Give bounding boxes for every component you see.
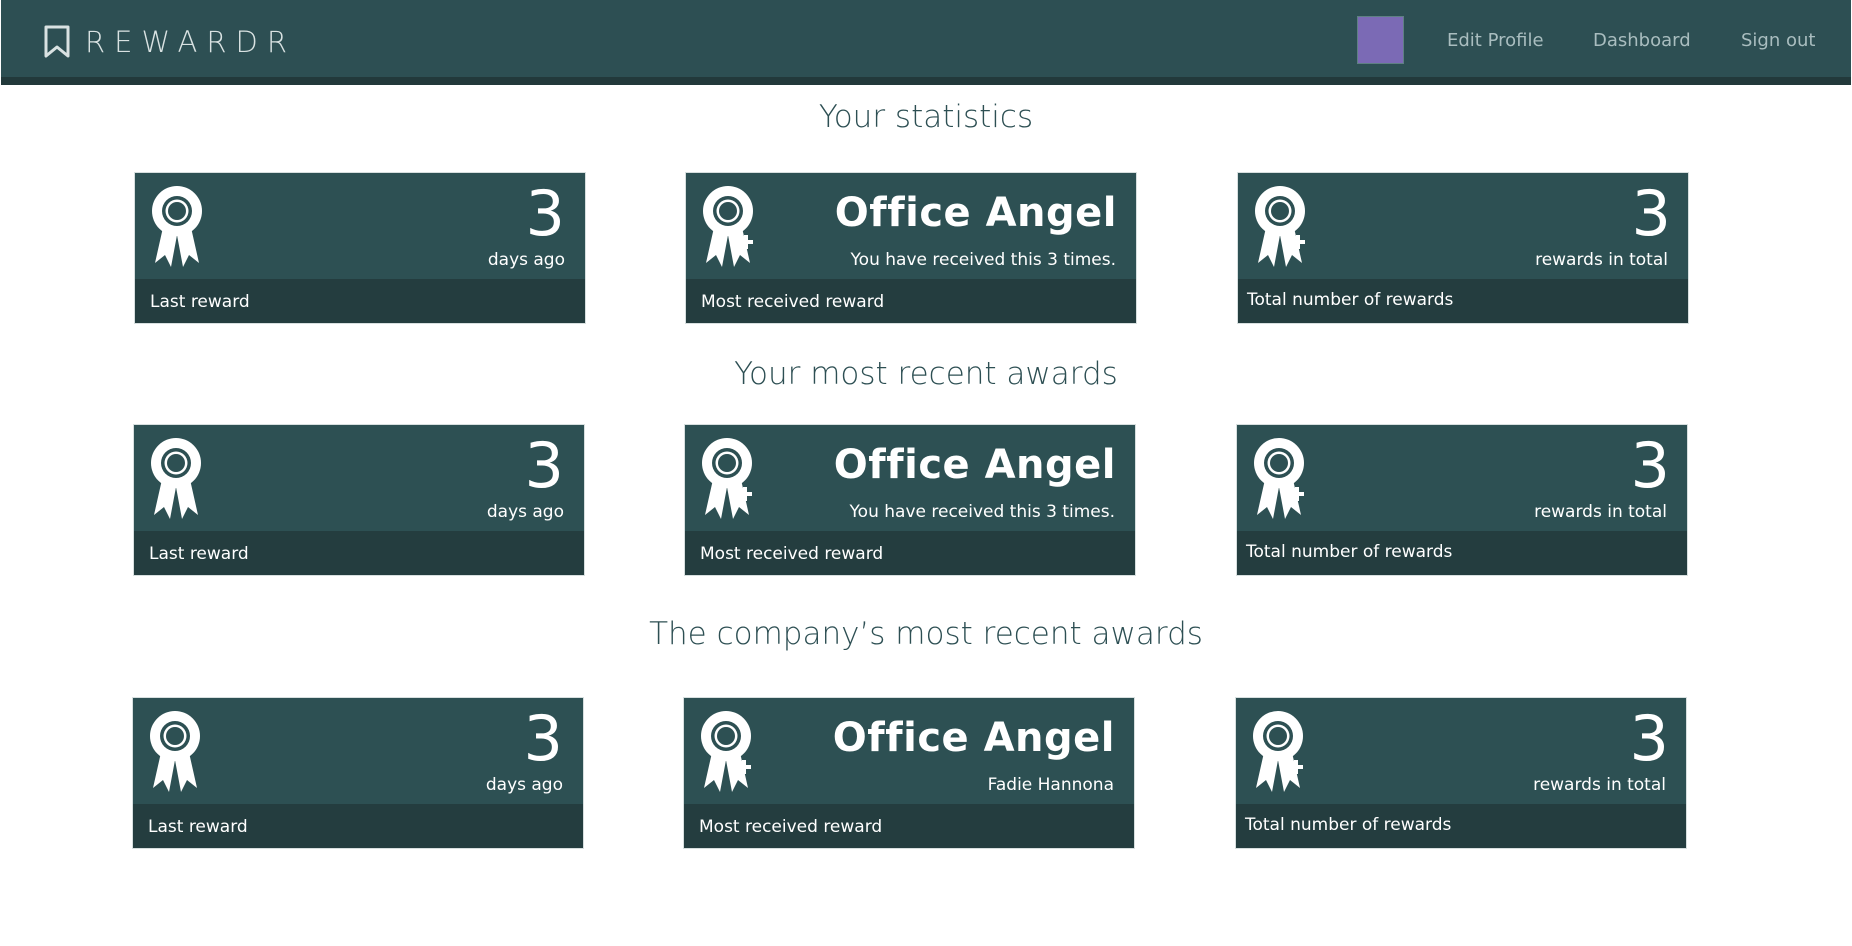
- total-rewards-caption: rewards in total: [1534, 502, 1667, 522]
- card-total-rewards: 3 rewards in total Total number of rewar…: [1237, 172, 1689, 324]
- days-since-value: 3: [523, 702, 563, 775]
- rosette-icon: [151, 438, 201, 519]
- section-title-company-recent-awards: The company’s most recent awards: [649, 616, 1203, 652]
- card-footer-label: Last reward: [150, 292, 250, 312]
- rosette-plus-icon: [1253, 711, 1303, 792]
- days-since-caption: days ago: [485, 775, 563, 795]
- days-since-value: 3: [524, 429, 564, 502]
- award-recipient: Fadie Hannona: [987, 775, 1114, 795]
- total-rewards-value: 3: [1629, 702, 1669, 775]
- card-most-received-reward: Office Angel You have received this 3 ti…: [685, 172, 1137, 324]
- card-footer-label: Last reward: [149, 544, 249, 564]
- card-body: Office Angel Fadie Hannona: [684, 698, 1134, 804]
- bookmark-icon: [44, 25, 70, 58]
- award-name: Office Angel: [834, 190, 1117, 236]
- brand-logo-link[interactable]: REWARDR: [43, 24, 296, 60]
- card-last-reward: 3 days ago Last reward: [132, 697, 584, 849]
- card-body: 3 rewards in total: [1237, 425, 1687, 531]
- total-rewards-value: 3: [1631, 177, 1671, 250]
- card-total-rewards: 3 rewards in total Total number of rewar…: [1236, 424, 1688, 576]
- award-caption: You have received this 3 times.: [849, 502, 1115, 522]
- card-footer: Most received reward: [684, 804, 1134, 848]
- total-rewards-value: 3: [1630, 429, 1670, 502]
- card-last-reward: 3 days ago Last reward: [134, 172, 586, 324]
- rosette-plus-icon: [1254, 438, 1304, 519]
- card-footer-label: Last reward: [148, 817, 248, 837]
- card-body: Office Angel You have received this 3 ti…: [685, 425, 1135, 531]
- card-last-reward: 3 days ago Last reward: [133, 424, 585, 576]
- card-footer-label: Total number of rewards: [1247, 290, 1454, 310]
- card-total-rewards: 3 rewards in total Total number of rewar…: [1235, 697, 1687, 849]
- card-footer: Last reward: [133, 804, 583, 848]
- card-footer: Most received reward: [685, 531, 1135, 575]
- avatar[interactable]: [1357, 16, 1404, 64]
- award-caption: You have received this 3 times.: [850, 250, 1116, 270]
- card-body: 3 days ago: [133, 698, 583, 804]
- card-body: 3 rewards in total: [1238, 173, 1688, 279]
- rosette-plus-icon: [1255, 186, 1305, 267]
- section-title-my-recent-awards: Your most recent awards: [734, 356, 1118, 392]
- rosette-plus-icon: [703, 186, 753, 267]
- card-footer: Most received reward: [686, 279, 1136, 323]
- award-name: Office Angel: [832, 715, 1115, 761]
- rosette-icon: [152, 186, 202, 267]
- card-footer-label: Most received reward: [700, 544, 884, 564]
- card-body: Office Angel You have received this 3 ti…: [686, 173, 1136, 279]
- edit-profile-link[interactable]: Edit Profile: [1447, 27, 1544, 55]
- card-footer-label: Most received reward: [699, 817, 883, 837]
- rosette-plus-icon: [701, 711, 751, 792]
- card-footer-label: Total number of rewards: [1246, 542, 1453, 562]
- award-name: Office Angel: [833, 442, 1116, 488]
- card-footer: Last reward: [134, 531, 584, 575]
- navbar-bottom-strip: [1, 77, 1851, 85]
- sign-out-link[interactable]: Sign out: [1741, 27, 1815, 55]
- rosette-plus-icon: [702, 438, 752, 519]
- card-footer: Total number of rewards: [1236, 804, 1686, 848]
- section-title-statistics: Your statistics: [818, 99, 1034, 135]
- card-footer: Total number of rewards: [1237, 531, 1687, 575]
- rosette-icon: [150, 711, 200, 792]
- total-rewards-caption: rewards in total: [1533, 775, 1666, 795]
- card-body: 3 days ago: [135, 173, 585, 279]
- days-since-caption: days ago: [487, 250, 565, 270]
- card-footer-label: Total number of rewards: [1245, 815, 1452, 835]
- card-footer: Total number of rewards: [1238, 279, 1688, 323]
- days-since-value: 3: [525, 177, 565, 250]
- total-rewards-caption: rewards in total: [1535, 250, 1668, 270]
- card-footer: Last reward: [135, 279, 585, 323]
- card-most-received-reward: Office Angel You have received this 3 ti…: [684, 424, 1136, 576]
- brand-name: REWARDR: [85, 25, 297, 59]
- card-body: 3 rewards in total: [1236, 698, 1686, 804]
- days-since-caption: days ago: [486, 502, 564, 522]
- card-body: 3 days ago: [134, 425, 584, 531]
- dashboard-link[interactable]: Dashboard: [1593, 27, 1691, 55]
- card-most-received-reward: Office Angel Fadie Hannona Most received…: [683, 697, 1135, 849]
- card-footer-label: Most received reward: [701, 292, 885, 312]
